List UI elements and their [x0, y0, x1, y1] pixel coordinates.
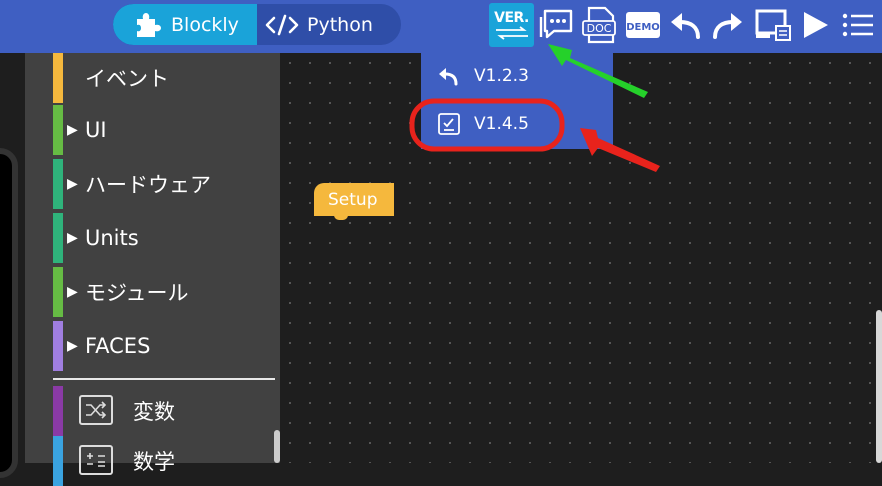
category-label: UI [85, 118, 107, 142]
doc-button-label: DOC [587, 22, 612, 35]
category-item[interactable]: ▶ モジュール [53, 267, 275, 317]
expand-arrow-icon[interactable]: ▶ [67, 176, 78, 192]
redo-button[interactable] [709, 4, 747, 46]
category-label: モジュール [85, 281, 189, 305]
comment-icon [539, 9, 573, 39]
undo-arrow-icon [437, 66, 459, 86]
category-color-bar [53, 105, 63, 155]
demo-icon: DEMO [626, 12, 660, 38]
document-icon: DOC [582, 6, 616, 44]
demo-button[interactable]: DEMO [624, 4, 662, 46]
category-label: イベント [85, 67, 169, 91]
category-item[interactable]: イベント [53, 53, 275, 103]
category-item[interactable]: ▶ Units [53, 213, 275, 263]
blockly-mode-label: Blockly [171, 13, 239, 36]
device-frame [0, 148, 18, 478]
puzzle-piece-icon [133, 10, 163, 40]
workspace-scrollbar[interactable] [876, 310, 882, 463]
category-label: FACES [85, 334, 151, 358]
undo-button[interactable] [666, 4, 704, 46]
expand-arrow-icon[interactable]: ▶ [67, 338, 78, 354]
swap-arrows-icon [495, 26, 528, 40]
version-option-label: V1.4.5 [474, 114, 529, 134]
toolbox-divider [53, 378, 275, 380]
code-brackets-icon [265, 13, 299, 37]
device-screen-icon [755, 9, 791, 41]
undo-icon [671, 13, 700, 39]
version-option-label: V1.2.3 [474, 66, 529, 86]
expand-arrow-icon[interactable]: ▶ [67, 230, 78, 246]
demo-button-label: DEMO [626, 22, 660, 33]
category-item[interactable]: ▶ FACES [53, 321, 275, 371]
category-label: 変数 [133, 400, 175, 424]
category-color-bar [53, 267, 63, 317]
version-option-v123[interactable]: V1.2.3 [421, 53, 613, 99]
run-button[interactable] [797, 4, 833, 46]
category-color-bar [53, 53, 63, 103]
setup-block-label: Setup [328, 189, 378, 210]
python-mode-label: Python [307, 13, 373, 36]
version-dropdown: V1.2.3 V1.4.5 [421, 53, 613, 149]
category-label: ハードウェア [85, 173, 211, 197]
category-color-bar [53, 386, 63, 436]
category-item[interactable]: ▶ UI [53, 105, 275, 155]
version-button-label: VER. [494, 10, 529, 26]
category-color-bar [53, 213, 63, 263]
category-label: Units [85, 226, 139, 250]
category-math[interactable]: 数学 [53, 436, 275, 486]
python-mode-button[interactable]: Python [257, 4, 401, 45]
menu-button[interactable] [840, 4, 876, 46]
version-option-v145[interactable]: V1.4.5 [421, 101, 613, 147]
category-color-bar [53, 321, 63, 371]
doc-button[interactable]: DOC [580, 4, 618, 46]
category-variables[interactable]: 変数 [53, 386, 275, 436]
version-button[interactable]: VER. [489, 3, 534, 47]
expand-arrow-icon[interactable]: ▶ [67, 284, 78, 300]
comment-button[interactable] [537, 4, 575, 46]
setup-block[interactable]: Setup [314, 183, 394, 216]
play-icon [804, 12, 828, 38]
blockly-mode-button[interactable]: Blockly [113, 4, 257, 45]
category-item[interactable]: ▶ ハードウェア [53, 159, 275, 209]
shuffle-icon [79, 395, 113, 425]
mode-toggle: Blockly Python [113, 4, 401, 45]
category-color-bar [53, 436, 63, 486]
math-icon [79, 445, 113, 475]
expand-arrow-icon[interactable]: ▶ [67, 122, 78, 138]
hamburger-menu-icon [842, 13, 873, 37]
category-label: 数学 [133, 450, 175, 474]
device-button[interactable] [753, 4, 793, 46]
redo-icon [713, 13, 742, 39]
category-color-bar [53, 159, 63, 209]
checklist-icon [437, 112, 461, 136]
device-preview-edge [0, 53, 25, 478]
top-toolbar: Blockly Python VER. DOC DEMO [0, 0, 882, 53]
